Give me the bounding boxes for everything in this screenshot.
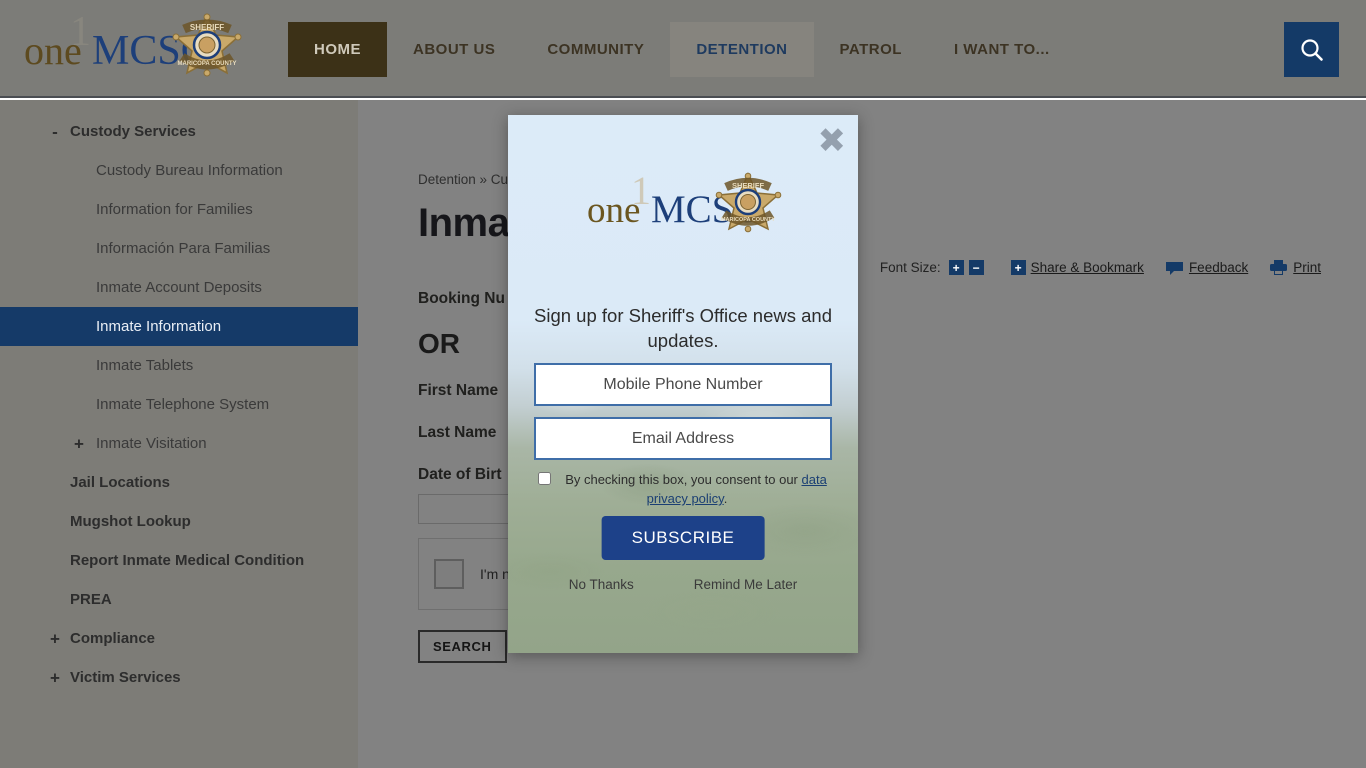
page-root: one 1 MCSO SHERIFF MARICOPA COUNTY HOME … (0, 0, 1366, 768)
sidebar-item-prea[interactable]: PREA (0, 580, 358, 619)
sidebar-item-label: Compliance (70, 630, 156, 647)
expand-plus-icon[interactable]: + (72, 435, 86, 452)
site-header: one 1 MCSO SHERIFF MARICOPA COUNTY HOME … (0, 0, 1366, 98)
sidebar-item-custody-services[interactable]: - Custody Services (0, 112, 358, 151)
printer-icon (1270, 260, 1288, 275)
sidebar-item-label: Mugshot Lookup (70, 513, 191, 530)
newsletter-signup-modal: ✖ one 1 MCSO SHERIFF MARICOPA COUNTY Sig… (508, 115, 858, 653)
modal-inner: ✖ one 1 MCSO SHERIFF MARICOPA COUNTY Sig… (508, 115, 858, 653)
sidebar-item-mugshot-lookup[interactable]: Mugshot Lookup (0, 502, 358, 541)
primary-navigation: HOME ABOUT US COMMUNITY DETENTION PATROL… (288, 22, 1076, 77)
nav-item-community[interactable]: COMMUNITY (521, 22, 670, 77)
sidebar-item-label: Inmate Information (96, 318, 222, 335)
share-bookmark-link[interactable]: Share & Bookmark (1031, 260, 1144, 275)
site-logo[interactable]: one 1 MCSO SHERIFF MARICOPA COUNTY (22, 9, 242, 90)
sidebar-item-label: Custody Bureau Information (96, 162, 283, 179)
page-tools-toolbar: Font Size: + − + Share & Bookmark Feedba… (880, 260, 1321, 275)
sidebar-item-victim-services[interactable]: + Victim Services (0, 658, 358, 697)
print-link[interactable]: Print (1293, 260, 1321, 275)
collapse-minus-icon[interactable]: - (48, 123, 62, 140)
search-button[interactable] (1284, 22, 1339, 77)
modal-dismiss-links: No Thanks Remind Me Later (508, 577, 858, 592)
remind-me-later-link[interactable]: Remind Me Later (694, 577, 798, 592)
sidebar-item-label: PREA (70, 591, 112, 608)
email-address-input[interactable]: Email Address (534, 417, 832, 460)
sidebar-item-label: Victim Services (70, 669, 181, 686)
modal-logo: one 1 MCSO SHERIFF MARICOPA COUNTY (583, 168, 783, 255)
sidebar-item-label: Inmate Tablets (96, 357, 194, 374)
sidebar-item-compliance[interactable]: + Compliance (0, 619, 358, 658)
nav-item-detention[interactable]: DETENTION (670, 22, 814, 77)
close-icon[interactable]: ✖ (818, 124, 847, 158)
svg-text:SHERIFF: SHERIFF (732, 181, 765, 190)
search-submit-button[interactable]: SEARCH (418, 630, 507, 663)
sidebar-item-label: Información Para Familias (96, 240, 271, 257)
sidebar-navigation: - Custody Services Custody Bureau Inform… (0, 100, 358, 768)
sidebar-item-inmate-information[interactable]: Inmate Information (0, 307, 358, 346)
font-size-label: Font Size: (879, 260, 941, 275)
sidebar-item-custody-bureau-information[interactable]: Custody Bureau Information (0, 151, 358, 190)
search-icon (1300, 38, 1323, 61)
sidebar-item-report-inmate-medical-condition[interactable]: Report Inmate Medical Condition (0, 541, 358, 580)
sidebar-item-inmate-telephone-system[interactable]: Inmate Telephone System (0, 385, 358, 424)
sidebar-item-inmate-tablets[interactable]: Inmate Tablets (0, 346, 358, 385)
sidebar-item-jail-locations[interactable]: Jail Locations (0, 463, 358, 502)
sidebar-item-label: Custody Services (70, 123, 196, 140)
expand-plus-icon[interactable]: + (48, 630, 62, 647)
sidebar-item-label: Jail Locations (70, 474, 171, 491)
subscribe-button[interactable]: SUBSCRIBE (601, 516, 765, 560)
sidebar-item-informacion-para-familias[interactable]: Información Para Familias (0, 229, 358, 268)
share-bookmark-group[interactable]: + Share & Bookmark (1010, 260, 1166, 275)
svg-text:MARICOPA COUNTY: MARICOPA COUNTY (178, 61, 237, 67)
sidebar-item-information-for-families[interactable]: Information for Families (0, 190, 358, 229)
consent-suffix: . (723, 491, 728, 506)
feedback-group[interactable]: Feedback (1165, 260, 1270, 275)
svg-text:SHERIFF: SHERIFF (190, 23, 224, 32)
font-increase-button[interactable]: + (948, 260, 964, 275)
mobile-phone-input[interactable]: Mobile Phone Number (534, 363, 832, 406)
svg-text:MARICOPA COUNTY: MARICOPA COUNTY (721, 217, 775, 223)
nav-item-i-want-to[interactable]: I WANT TO... (928, 22, 1076, 77)
consent-checkbox[interactable] (538, 472, 551, 485)
expand-plus-icon[interactable]: + (48, 669, 62, 686)
recaptcha-checkbox[interactable] (434, 559, 464, 589)
modal-headline: Sign up for Sheriff's Office news and up… (534, 305, 832, 351)
print-group[interactable]: Print (1270, 260, 1321, 275)
no-thanks-link[interactable]: No Thanks (569, 577, 634, 592)
nav-item-patrol[interactable]: PATROL (814, 22, 928, 77)
svg-text:1: 1 (70, 9, 91, 55)
sidebar-item-label: Inmate Account Deposits (96, 279, 262, 296)
nav-item-about-us[interactable]: ABOUT US (387, 22, 521, 77)
consent-text: By checking this box, you consent to our (565, 472, 802, 487)
sidebar-item-label: Inmate Visitation (96, 435, 207, 452)
nav-item-home[interactable]: HOME (288, 22, 387, 77)
font-decrease-button[interactable]: − (968, 260, 984, 275)
sidebar-item-label: Information for Families (96, 201, 253, 218)
svg-text:1: 1 (631, 170, 651, 213)
onemcso-logo-icon: one 1 MCSO SHERIFF MARICOPA COUNTY (24, 9, 242, 77)
sidebar-item-inmate-visitation[interactable]: + Inmate Visitation (0, 424, 358, 463)
sidebar-item-label: Report Inmate Medical Condition (70, 552, 305, 569)
share-plus-icon[interactable]: + (1010, 260, 1026, 275)
onemcso-logo-icon: one 1 MCSO SHERIFF MARICOPA COUNTY (587, 168, 782, 233)
sidebar-item-label: Inmate Telephone System (96, 396, 270, 413)
comment-icon (1165, 261, 1183, 275)
sidebar-item-inmate-account-deposits[interactable]: Inmate Account Deposits (0, 268, 358, 307)
feedback-link[interactable]: Feedback (1189, 260, 1248, 275)
consent-row: By checking this box, you consent to our… (538, 470, 836, 508)
